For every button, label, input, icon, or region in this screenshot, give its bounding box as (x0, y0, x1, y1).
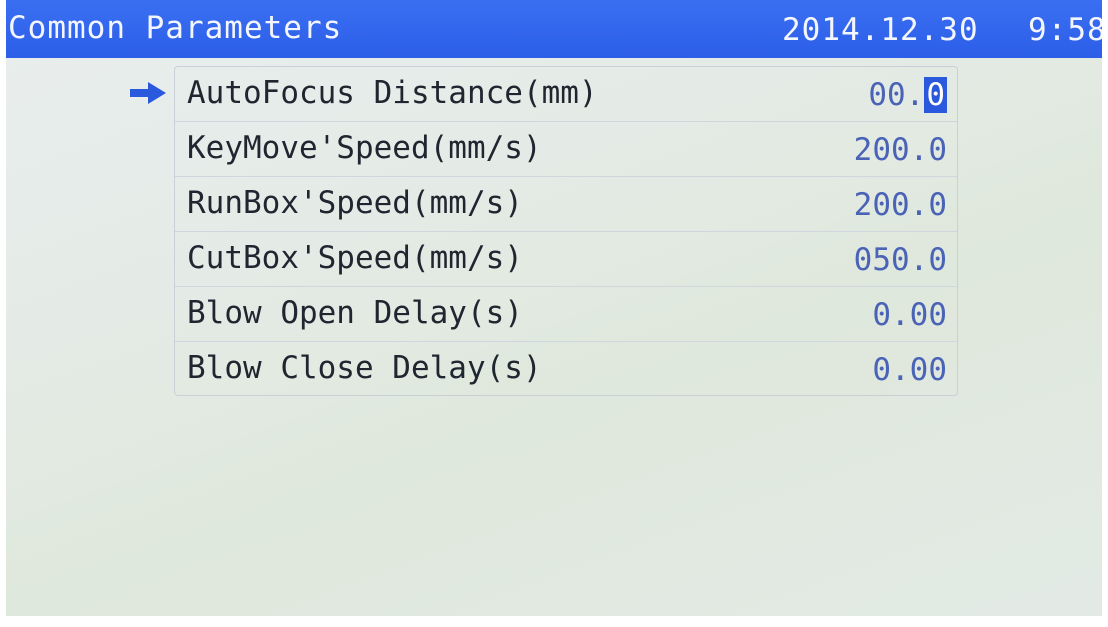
param-row-blow-close-delay[interactable]: Blow Close Delay(s) 0.00 (175, 342, 957, 397)
param-value[interactable]: 050.0 (854, 242, 947, 278)
param-row-runbox-speed[interactable]: RunBox'Speed(mm/s) 200.0 (175, 177, 957, 232)
parameter-list: AutoFocus Distance(mm) 00.0 KeyMove'Spee… (174, 66, 958, 396)
page-title: Common Parameters (8, 10, 343, 46)
param-label: Blow Open Delay(s) (187, 295, 523, 331)
param-label: AutoFocus Distance(mm) (187, 75, 598, 111)
param-label: CutBox'Speed(mm/s) (187, 240, 523, 276)
title-bar: Common Parameters 2014.12.30 9:58 (6, 0, 1102, 58)
param-label: KeyMove'Speed(mm/s) (187, 130, 542, 166)
param-value[interactable]: 200.0 (854, 187, 947, 223)
param-row-cutbox-speed[interactable]: CutBox'Speed(mm/s) 050.0 (175, 232, 957, 287)
param-value[interactable]: 200.0 (854, 132, 947, 168)
param-label: RunBox'Speed(mm/s) (187, 185, 523, 221)
param-value[interactable]: 0.00 (872, 352, 947, 388)
param-row-blow-open-delay[interactable]: Blow Open Delay(s) 0.00 (175, 287, 957, 342)
param-row-autofocus-distance[interactable]: AutoFocus Distance(mm) 00.0 (175, 67, 957, 122)
lcd-screen: Common Parameters 2014.12.30 9:58 AutoFo… (6, 0, 1102, 616)
date-display: 2014.12.30 (782, 12, 979, 48)
param-value-prefix: 00. (868, 77, 925, 113)
param-row-keymove-speed[interactable]: KeyMove'Speed(mm/s) 200.0 (175, 122, 957, 177)
param-label: Blow Close Delay(s) (187, 350, 542, 386)
time-display: 9:58 (1028, 12, 1102, 48)
right-arrow-icon (130, 82, 166, 104)
param-value[interactable]: 0.00 (872, 297, 947, 333)
param-value[interactable]: 00.0 (868, 77, 947, 113)
edit-cursor[interactable]: 0 (924, 77, 947, 113)
